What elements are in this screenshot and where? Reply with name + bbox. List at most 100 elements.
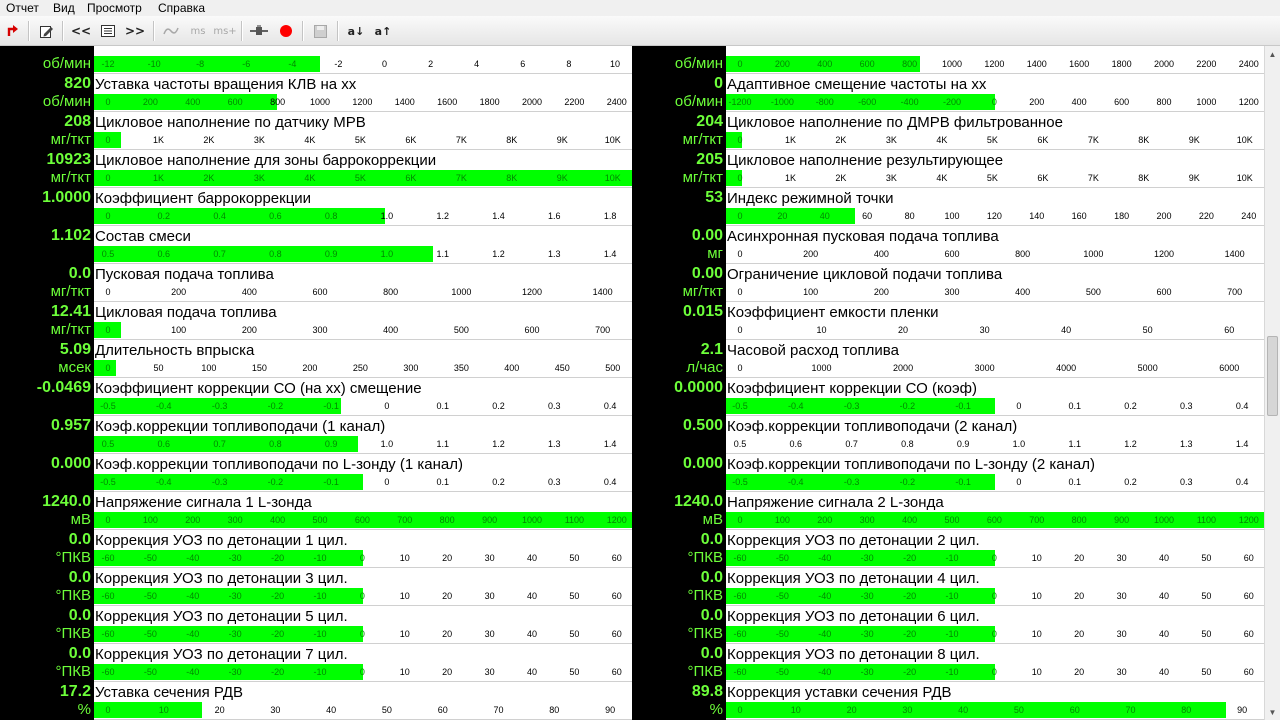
parameter-row: 205 мг/ткт Цикловое наполнение результирую…: [632, 150, 1264, 188]
scale-tick: 4K: [936, 173, 948, 183]
exit-icon[interactable]: [2, 20, 24, 42]
scale-tick: 30: [902, 705, 913, 715]
scale-tick: -0.2: [267, 477, 284, 487]
prev-icon[interactable]: <<: [70, 20, 92, 42]
sort-down-icon[interactable]: a↓: [345, 20, 367, 42]
scale-tick: 400: [873, 249, 889, 259]
scale-tick: 0.3: [548, 477, 561, 487]
parameter-scale: -60 -50 -40 -30 -20 -10 0 10 20 30 40 50 60: [726, 626, 1264, 642]
list-icon[interactable]: [97, 20, 119, 42]
scale-tick: 60: [1243, 553, 1254, 563]
scale-tick: -30: [228, 629, 242, 639]
scale-tick: -20: [903, 553, 917, 563]
parameter-row: 1.0000 Коэффициент баррокоррекции 0 0.2 0.4 0…: [0, 188, 632, 226]
scale-tick: 10: [399, 553, 410, 563]
edit-icon[interactable]: [35, 20, 57, 42]
scale-tick: 50: [569, 591, 580, 601]
parameter-row: 0.0 °ПКВ Коррекция УОЗ по детонации 3 цил.…: [0, 568, 632, 606]
scale-tick: -0.4: [788, 401, 804, 411]
scrollbar-thumb[interactable]: [1267, 336, 1278, 416]
parameter-value: 0.0: [68, 569, 91, 586]
parameter-row: 5.09 мсек Длительность впрыска 0 50 100 150 200…: [0, 340, 632, 378]
scale-tick: 60: [611, 629, 622, 639]
parameter-scale: 0 1K 2K 3K 4K 5K 6K 7K 8K 9K 10K: [726, 132, 1264, 148]
parameter-name: Коррекция УОЗ по детонации 7 цил.: [95, 646, 348, 663]
scale-tick: 20: [777, 211, 788, 221]
parameter-value: 0.0: [68, 645, 91, 662]
parameter-scale: -60 -50 -40 -30 -20 -10 0 10 20 30 40 50 60: [726, 664, 1264, 680]
scroll-up-icon[interactable]: ▲: [1265, 46, 1280, 62]
parameter-row: об/мин -12 -10 -8 -6 -4 -2 0 2 4 6 8 10: [0, 46, 632, 74]
parameter-unit: мг: [707, 245, 723, 262]
parameter-value: 0.000: [50, 455, 91, 472]
scale-tick: -800: [815, 97, 834, 107]
save-icon[interactable]: [309, 20, 331, 42]
scale-tick: -0.1: [955, 477, 971, 487]
scale-tick: 2200: [1196, 59, 1217, 69]
scale-tick: 50: [569, 553, 580, 563]
scale-tick: 100: [774, 515, 790, 525]
scale-tick: 0: [991, 553, 997, 563]
scale-tick: 10: [1031, 667, 1042, 677]
record-icon[interactable]: [275, 20, 297, 42]
scale-tick: 1.0: [380, 249, 394, 259]
scale-tick: 3K: [253, 135, 265, 145]
scale-tick: 0: [105, 211, 111, 221]
vertical-scrollbar[interactable]: ▲ ▼: [1264, 46, 1280, 720]
scale-tick: 40: [1158, 667, 1170, 677]
scale-tick: -40: [818, 629, 832, 639]
scale-tick: 0: [991, 667, 997, 677]
scale-tick: 2400: [606, 97, 627, 107]
scale-tick: 1200: [1153, 249, 1175, 259]
wave-icon[interactable]: [160, 20, 182, 42]
scale-tick: -60: [101, 629, 115, 639]
scale-tick: 1200: [606, 515, 627, 525]
parameter-row: 0 об/мин Адаптивное смещение частоты на хх…: [632, 74, 1264, 112]
scale-tick: 0.7: [213, 249, 226, 259]
scale-tick: 700: [595, 325, 611, 335]
scale-tick: 2000: [893, 363, 914, 373]
menu-help[interactable]: Справка: [158, 1, 205, 15]
parameter-row: 820 об/мин Уставка частоты вращения КЛВ на…: [0, 74, 632, 112]
parameter-value: 0.0: [68, 607, 91, 624]
value-cell: 0.500: [632, 416, 726, 454]
scale-tick: 0.4: [213, 211, 226, 221]
scale-tick: 600: [312, 287, 328, 297]
scale-tick: 0: [384, 401, 390, 411]
scroll-down-icon[interactable]: ▼: [1265, 704, 1280, 720]
scale-tick: 0.5: [733, 439, 747, 449]
scale-tick: 240: [1241, 211, 1257, 221]
parameter-value: 10923: [46, 151, 92, 168]
menu-view[interactable]: Вид: [53, 1, 75, 15]
scale-tick: -10: [313, 667, 327, 677]
scale-tick: 1.8: [603, 211, 617, 221]
menu-browse[interactable]: Просмотр: [87, 1, 142, 15]
sort-up-icon[interactable]: a↑: [372, 20, 394, 42]
parameter-unit: °ПКВ: [55, 625, 91, 642]
ms-plus-icon[interactable]: ms+: [213, 20, 236, 42]
parameter-scale: 0 200 400 600 800 1000 1200 1400 1600 1800 2000 220…: [94, 94, 632, 110]
scale-tick: 1000: [811, 363, 832, 373]
parameter-value: 205: [696, 151, 723, 168]
scale-tick: 30: [484, 591, 495, 601]
parameter-name: Коррекция УОЗ по детонации 4 цил.: [727, 570, 980, 587]
scale-tick: 1000: [451, 287, 472, 297]
scale-tick: 0: [105, 173, 111, 183]
level-bar: [726, 702, 1226, 718]
scale-tick: 300: [859, 515, 875, 525]
parameter-unit: л/час: [686, 359, 723, 376]
scale-tick: 3K: [885, 135, 897, 145]
scale-tick: -0.4: [156, 477, 172, 487]
plug-icon[interactable]: [248, 20, 270, 42]
scale-tick: 8K: [1138, 135, 1150, 145]
scale-tick: 800: [1071, 515, 1087, 525]
scale-tick: 20: [442, 591, 453, 601]
menu-report[interactable]: Отчет: [6, 1, 39, 15]
scale-tick: -30: [860, 629, 874, 639]
ms-icon[interactable]: ms: [187, 20, 209, 42]
parameter-name: Состав смеси: [95, 228, 191, 245]
next-icon[interactable]: >>: [124, 20, 146, 42]
scale-tick: 60: [1243, 629, 1254, 639]
value-cell: 0.0 °ПКВ: [632, 530, 726, 568]
scale-tick: 8: [566, 59, 572, 69]
